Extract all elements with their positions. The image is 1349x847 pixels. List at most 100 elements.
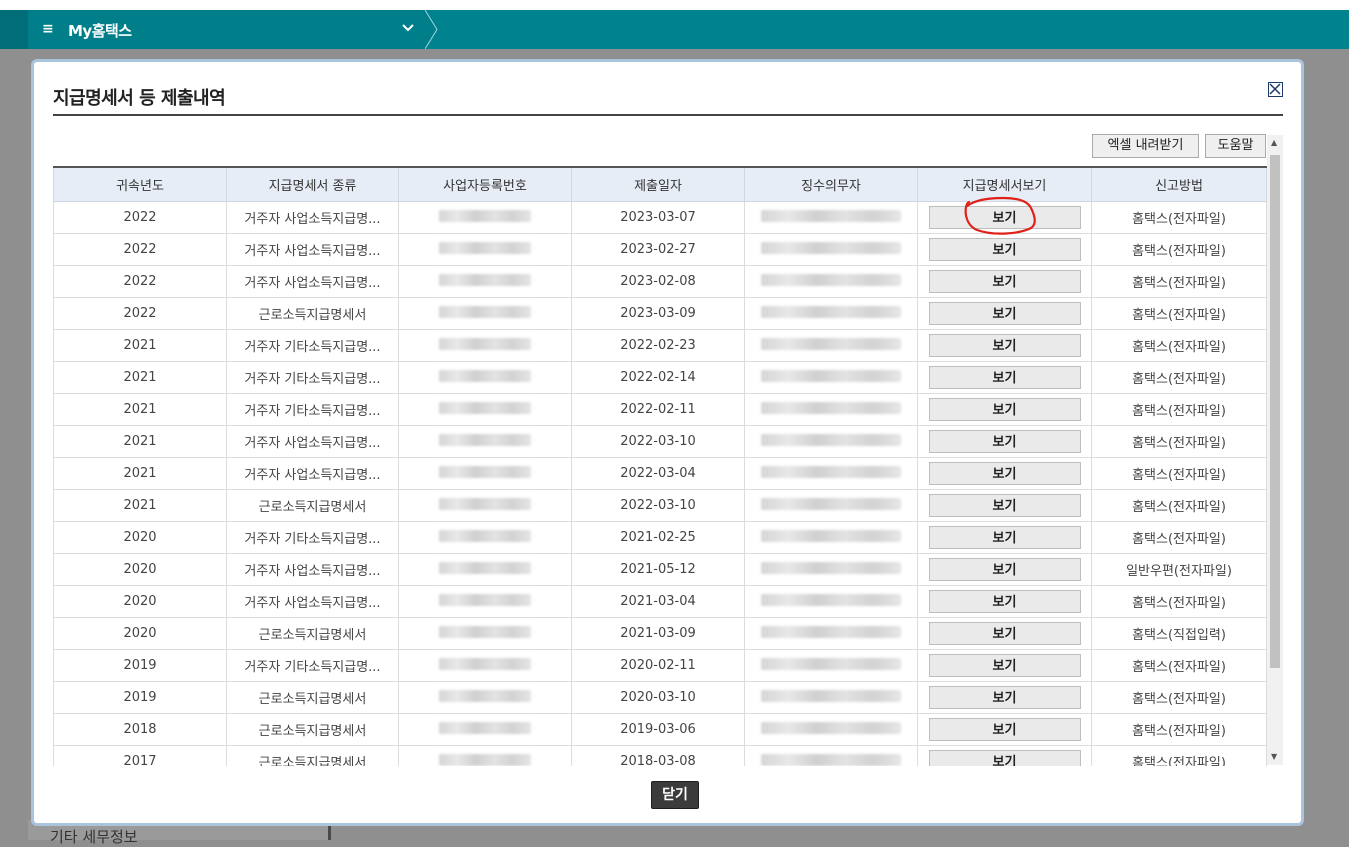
cell-kind: 거주자 기타소득지급명... <box>226 521 399 554</box>
cell-submit-date: 2022-02-23 <box>571 329 745 362</box>
cell-view: 보기 <box>917 617 1092 650</box>
cell-business-number-redacted <box>398 521 572 554</box>
cell-business-number-redacted <box>398 745 572 766</box>
cell-year: 2022 <box>53 201 227 234</box>
table-row: 2021 근로소득지급명세서 2022-03-10 보기 홈택스(전자파일) <box>53 489 1267 522</box>
view-statement-button[interactable]: 보기 <box>928 238 1081 261</box>
table-row: 2022 거주자 사업소득지급명... 2023-03-07 보기 홈택스(전자파일) <box>53 201 1267 234</box>
redacted-withholder-name <box>761 561 901 574</box>
table-header-row: 귀속년도 지급명세서 종류 사업자등록번호 제출일자 징수의무자 지급명세서보기 신고방법 <box>53 166 1267 202</box>
cell-year: 2021 <box>53 489 227 522</box>
cell-submit-date: 2023-02-08 <box>571 265 745 298</box>
cell-filing-method: 홈택스(전자파일) <box>1091 649 1267 682</box>
redacted-business-number <box>439 209 531 222</box>
cell-filing-method: 홈택스(전자파일) <box>1091 521 1267 554</box>
cell-business-number-redacted <box>398 649 572 682</box>
view-statement-button[interactable]: 보기 <box>928 622 1081 645</box>
view-statement-button[interactable]: 보기 <box>928 718 1081 741</box>
redacted-business-number <box>439 433 531 446</box>
table-row: 2020 근로소득지급명세서 2021-03-09 보기 홈택스(직접입력) <box>53 617 1267 650</box>
cell-year: 2022 <box>53 265 227 298</box>
redacted-withholder-name <box>761 721 901 734</box>
chevron-down-icon[interactable] <box>402 21 414 35</box>
table-row: 2017 근로소득지급명세서 2018-03-08 보기 홈택스(전자파일) <box>53 745 1267 766</box>
cell-kind: 근로소득지급명세서 <box>226 745 399 766</box>
table-row: 2020 거주자 사업소득지급명... 2021-03-04 보기 홈택스(전자파일) <box>53 585 1267 618</box>
view-statement-button[interactable]: 보기 <box>928 558 1081 581</box>
cell-withholder-redacted <box>744 297 918 330</box>
cell-withholder-redacted <box>744 489 918 522</box>
cell-business-number-redacted <box>398 553 572 586</box>
view-statement-button[interactable]: 보기 <box>928 398 1081 421</box>
scroll-down-icon[interactable]: ▼ <box>1271 752 1277 761</box>
nav-menu-block[interactable] <box>0 10 428 49</box>
scroll-up-icon[interactable]: ▲ <box>1271 138 1277 147</box>
view-statement-button[interactable]: 보기 <box>928 494 1081 517</box>
column-header: 징수의무자 <box>744 166 918 202</box>
cell-business-number-redacted <box>398 713 572 746</box>
view-statement-button[interactable]: 보기 <box>928 750 1081 766</box>
cell-submit-date: 2021-03-04 <box>571 585 745 618</box>
cell-view: 보기 <box>917 361 1092 394</box>
view-statement-button[interactable]: 보기 <box>928 462 1081 485</box>
close-button[interactable]: 닫기 <box>651 781 699 809</box>
cell-filing-method: 홈택스(직접입력) <box>1091 617 1267 650</box>
view-statement-button[interactable]: 보기 <box>928 590 1081 613</box>
cell-business-number-redacted <box>398 393 572 426</box>
view-statement-button[interactable]: 보기 <box>928 302 1081 325</box>
scrollbar-thumb[interactable] <box>1270 155 1280 668</box>
table-body: 2022 거주자 사업소득지급명... 2023-03-07 보기 홈택스(전자파일) 2… <box>53 201 1267 766</box>
excel-download-button[interactable]: 엑셀 내려받기 <box>1092 134 1199 158</box>
cell-view: 보기 <box>917 585 1092 618</box>
column-header: 사업자등록번호 <box>398 166 572 202</box>
cell-business-number-redacted <box>398 329 572 362</box>
view-statement-button[interactable]: 보기 <box>928 654 1081 677</box>
view-statement-button[interactable]: 보기 <box>928 430 1081 453</box>
view-statement-button[interactable]: 보기 <box>928 270 1081 293</box>
cell-year: 2021 <box>53 393 227 426</box>
view-statement-button[interactable]: 보기 <box>928 366 1081 389</box>
column-header: 귀속년도 <box>53 166 227 202</box>
view-statement-button[interactable]: 보기 <box>928 526 1081 549</box>
redacted-business-number <box>439 689 531 702</box>
table-row: 2021 거주자 사업소득지급명... 2022-03-04 보기 홈택스(전자파일) <box>53 457 1267 490</box>
view-statement-button[interactable]: 보기 <box>928 334 1081 357</box>
help-button[interactable]: 도움말 <box>1205 134 1266 158</box>
cell-filing-method: 일반우편(전자파일) <box>1091 553 1267 586</box>
nav-title[interactable]: My홈택스 <box>68 20 132 41</box>
hamburger-icon[interactable]: ≡ <box>42 21 54 37</box>
cell-submit-date: 2021-03-09 <box>571 617 745 650</box>
cell-view: 보기 <box>917 265 1092 298</box>
cell-submit-date: 2022-03-04 <box>571 457 745 490</box>
table-row: 2019 근로소득지급명세서 2020-03-10 보기 홈택스(전자파일) <box>53 681 1267 714</box>
submission-table: 귀속년도 지급명세서 종류 사업자등록번호 제출일자 징수의무자 지급명세서보기 신고방법 … <box>53 166 1267 766</box>
cell-kind: 거주자 기타소득지급명... <box>226 393 399 426</box>
close-icon[interactable] <box>1268 82 1283 97</box>
cell-submit-date: 2022-03-10 <box>571 425 745 458</box>
cell-withholder-redacted <box>744 233 918 266</box>
cell-kind: 거주자 사업소득지급명... <box>226 457 399 490</box>
redacted-withholder-name <box>761 625 901 638</box>
cell-withholder-redacted <box>744 457 918 490</box>
cell-submit-date: 2018-03-08 <box>571 745 745 766</box>
cell-kind: 근로소득지급명세서 <box>226 489 399 522</box>
redacted-withholder-name <box>761 209 901 222</box>
view-statement-button[interactable]: 보기 <box>928 686 1081 709</box>
cell-business-number-redacted <box>398 297 572 330</box>
cell-submit-date: 2022-02-14 <box>571 361 745 394</box>
redacted-business-number <box>439 337 531 350</box>
column-header: 지급명세서 종류 <box>226 166 399 202</box>
cell-kind: 근로소득지급명세서 <box>226 617 399 650</box>
table-row: 2020 거주자 기타소득지급명... 2021-02-25 보기 홈택스(전자파일) <box>53 521 1267 554</box>
red-annotation-circle <box>964 196 1036 235</box>
cell-submit-date: 2020-02-11 <box>571 649 745 682</box>
redacted-withholder-name <box>761 593 901 606</box>
cell-view: 보기 <box>917 297 1092 330</box>
cell-withholder-redacted <box>744 361 918 394</box>
cell-withholder-redacted <box>744 265 918 298</box>
cell-business-number-redacted <box>398 233 572 266</box>
cell-filing-method: 홈택스(전자파일) <box>1091 201 1267 234</box>
redacted-withholder-name <box>761 529 901 542</box>
title-divider <box>53 114 1283 116</box>
redacted-business-number <box>439 625 531 638</box>
